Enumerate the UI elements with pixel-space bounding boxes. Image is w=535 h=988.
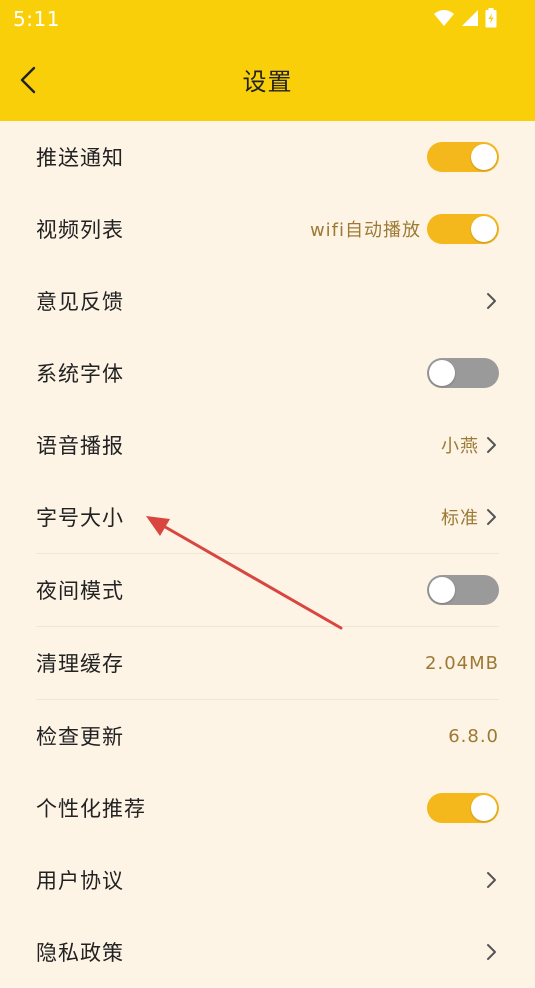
navigation-bar: 设置 [0,38,535,121]
setting-label: 清理缓存 [36,652,124,676]
setting-label: 个性化推荐 [36,797,146,821]
setting-personalized-recommend[interactable]: 个性化推荐 [36,772,499,844]
push-notification-toggle[interactable] [427,142,499,172]
chevron-right-icon [487,509,496,525]
status-bar: 5:11 [0,0,535,38]
chevron-right-icon [487,293,496,309]
status-time: 5:11 [13,7,60,31]
setting-label: 语音播报 [36,434,124,458]
setting-value: 6.8.0 [448,725,499,747]
setting-font-size[interactable]: 字号大小 标准 [36,481,499,554]
setting-label: 检查更新 [36,725,124,749]
setting-label: 系统字体 [36,362,124,386]
setting-user-agreement[interactable]: 用户协议 [36,844,499,916]
video-autoplay-toggle[interactable] [427,214,499,244]
toggle-knob [429,577,455,603]
setting-feedback[interactable]: 意见反馈 [36,265,499,337]
setting-night-mode[interactable]: 夜间模式 [36,554,499,627]
system-font-toggle[interactable] [427,358,499,388]
setting-value: 小燕 [441,436,479,457]
toggle-knob [429,360,455,386]
setting-label: 字号大小 [36,506,124,530]
setting-push-notification[interactable]: 推送通知 [36,121,499,193]
setting-value: 标准 [441,508,479,529]
setting-label: 隐私政策 [36,941,124,965]
chevron-right-icon [487,872,496,888]
settings-list: 推送通知 视频列表 wifi自动播放 意见反馈 系统字体 语音播报 小燕 字号大… [0,121,535,988]
signal-icon [462,10,478,26]
setting-privacy-policy[interactable]: 隐私政策 [36,916,499,988]
toggle-knob [471,144,497,170]
setting-system-font[interactable]: 系统字体 [36,337,499,409]
wifi-icon [434,10,454,26]
personalized-recommend-toggle[interactable] [427,793,499,823]
status-icons [433,8,497,28]
setting-value: 2.04MB [425,652,499,674]
toggle-knob [471,795,497,821]
setting-label: 用户协议 [36,869,124,893]
setting-video-list[interactable]: 视频列表 wifi自动播放 [36,193,499,265]
setting-label: 视频列表 [36,218,124,242]
toggle-knob [471,216,497,242]
night-mode-toggle[interactable] [427,575,499,605]
setting-label: 夜间模式 [36,579,124,603]
chevron-right-icon [487,944,496,960]
setting-label: 意见反馈 [36,290,124,314]
setting-voice-broadcast[interactable]: 语音播报 小燕 [36,409,499,481]
battery-icon [485,8,497,28]
setting-value: wifi自动播放 [309,220,421,241]
setting-check-update[interactable]: 检查更新 6.8.0 [36,700,499,772]
chevron-right-icon [487,437,496,453]
page-title: 设置 [242,68,293,96]
setting-label: 推送通知 [36,146,124,170]
setting-clear-cache[interactable]: 清理缓存 2.04MB [36,627,499,700]
